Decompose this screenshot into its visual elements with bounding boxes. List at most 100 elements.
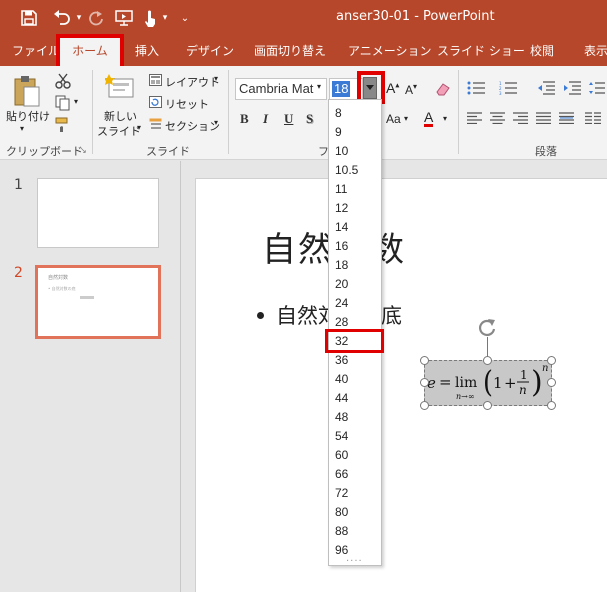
layout-icon[interactable] [148, 73, 162, 87]
copy-dropdown-icon[interactable]: ▾ [74, 97, 78, 106]
section-label[interactable]: セクション [165, 118, 220, 134]
slide-thumbnail-2[interactable]: 自然対数 • 自然対数の底 [35, 265, 161, 339]
font-color-dropdown-icon[interactable]: ▾ [443, 114, 447, 123]
font-size-option[interactable]: 72 [335, 484, 381, 502]
ribbon-separator [458, 70, 459, 154]
tab-file[interactable]: ファイル [12, 36, 60, 66]
font-size-option[interactable]: 44 [335, 389, 381, 407]
font-size-option[interactable]: 60 [335, 446, 381, 464]
font-size-option[interactable]: 12 [335, 199, 381, 217]
underline-icon[interactable]: U [284, 111, 293, 127]
tab-view[interactable]: 表示 [584, 36, 607, 66]
copy-icon[interactable] [54, 94, 72, 112]
layout-dropdown-icon[interactable]: ▾ [214, 74, 218, 83]
resize-handle-s[interactable] [483, 401, 492, 410]
slide-thumbnail-1[interactable] [37, 178, 159, 248]
grow-font-icon[interactable]: A▴ [386, 80, 399, 96]
svg-text:=: = [439, 373, 452, 391]
tab-design[interactable]: デザイン [186, 36, 234, 66]
undo-dropdown-icon[interactable]: ▾ [74, 0, 84, 36]
shrink-font-icon[interactable]: A▾ [405, 82, 417, 97]
font-size-option[interactable]: 11 [335, 180, 381, 198]
columns-icon[interactable] [584, 111, 602, 125]
font-name-dropdown-icon[interactable]: ▾ [317, 82, 321, 91]
change-case-icon[interactable]: Aa [386, 112, 401, 126]
paste-dropdown-icon[interactable]: ▾ [20, 124, 24, 133]
font-size-option[interactable]: 88 [335, 522, 381, 540]
resize-handle-se[interactable] [547, 401, 556, 410]
reset-label[interactable]: リセット [165, 96, 209, 112]
justify-icon[interactable] [535, 111, 551, 125]
font-size-option[interactable]: 80 [335, 503, 381, 521]
shadow-icon[interactable]: S [306, 111, 313, 127]
cut-icon[interactable] [54, 72, 72, 90]
decrease-indent-icon[interactable] [536, 80, 556, 96]
resize-grip-icon[interactable]: ···· [346, 556, 363, 567]
font-size-value[interactable]: 18 [332, 81, 351, 97]
customize-qat-icon[interactable]: ⌄ [178, 0, 192, 36]
resize-handle-e[interactable] [547, 378, 556, 387]
paste-icon[interactable] [10, 72, 44, 110]
undo-icon[interactable] [50, 0, 74, 36]
ribbon-separator [228, 70, 229, 154]
reset-icon[interactable] [148, 95, 162, 109]
slide-thumbnail-panel[interactable]: 1 2 自然対数 • 自然対数の底 [0, 161, 180, 592]
paste-label[interactable]: 貼り付け [6, 108, 50, 124]
rotate-handle-icon[interactable] [476, 316, 498, 338]
font-name-combobox[interactable]: Cambria Mat [235, 78, 327, 100]
tab-transitions[interactable]: 画面切り替え [254, 36, 326, 66]
section-dropdown-icon[interactable]: ▾ [214, 118, 218, 127]
distributed-icon[interactable] [558, 111, 574, 125]
font-color-icon[interactable]: A [424, 110, 434, 127]
tab-animations[interactable]: アニメーション [348, 36, 432, 66]
font-size-option[interactable]: 9 [335, 123, 381, 141]
font-size-option[interactable]: 14 [335, 218, 381, 236]
font-size-option[interactable]: 20 [335, 275, 381, 293]
font-size-option[interactable]: 66 [335, 465, 381, 483]
tab-slideshow[interactable]: スライド ショー [437, 36, 525, 66]
touch-dropdown-icon[interactable]: ▾ [160, 0, 170, 36]
align-center-icon[interactable] [489, 111, 505, 125]
resize-handle-w[interactable] [420, 378, 429, 387]
font-size-option[interactable]: 16 [335, 237, 381, 255]
font-size-option[interactable]: 10.5 [335, 161, 381, 179]
increase-indent-icon[interactable] [562, 80, 582, 96]
bullets-icon[interactable] [466, 80, 488, 96]
italic-icon[interactable]: I [263, 111, 268, 127]
font-size-option[interactable]: 36 [335, 351, 381, 369]
tab-review[interactable]: 校閲 [530, 36, 554, 66]
new-slide-label-1[interactable]: 新しい [104, 108, 137, 124]
font-size-option[interactable]: 18 [335, 256, 381, 274]
section-icon[interactable] [148, 117, 162, 131]
font-size-option[interactable]: 48 [335, 408, 381, 426]
align-right-icon[interactable] [512, 111, 528, 125]
new-slide-icon[interactable] [104, 72, 136, 102]
layout-label[interactable]: レイアウト [165, 74, 220, 90]
touch-mode-icon[interactable] [140, 0, 160, 36]
font-size-option[interactable]: 8 [335, 104, 381, 122]
line-spacing-icon[interactable] [588, 80, 606, 96]
new-slide-label-2[interactable]: スライド [97, 123, 141, 139]
resize-handle-n[interactable] [483, 356, 492, 365]
window-title: anser30-01 - PowerPoint [336, 9, 495, 24]
save-icon[interactable] [18, 0, 40, 36]
clear-formatting-icon[interactable] [434, 80, 452, 98]
resize-handle-nw[interactable] [420, 356, 429, 365]
font-size-option[interactable]: 54 [335, 427, 381, 445]
equation-box[interactable]: e = lim n→∞ ( 1 + 1 n ) n [424, 360, 552, 406]
align-left-icon[interactable] [466, 111, 482, 125]
clipboard-launcher-icon[interactable]: ↘ [80, 146, 87, 155]
tab-insert[interactable]: 挿入 [135, 36, 159, 66]
new-slide-dropdown-icon[interactable]: ▾ [137, 123, 141, 132]
change-case-dropdown-icon[interactable]: ▾ [404, 114, 408, 123]
redo-icon[interactable] [86, 0, 106, 36]
present-from-start-icon[interactable] [113, 0, 135, 36]
resize-handle-sw[interactable] [420, 401, 429, 410]
resize-handle-ne[interactable] [547, 356, 556, 365]
font-size-option[interactable]: 24 [335, 294, 381, 312]
font-size-option[interactable]: 10 [335, 142, 381, 160]
bold-icon[interactable]: B [240, 111, 249, 127]
numbering-icon[interactable]: 123 [498, 80, 520, 96]
format-painter-icon[interactable] [54, 116, 72, 134]
font-size-option[interactable]: 40 [335, 370, 381, 388]
